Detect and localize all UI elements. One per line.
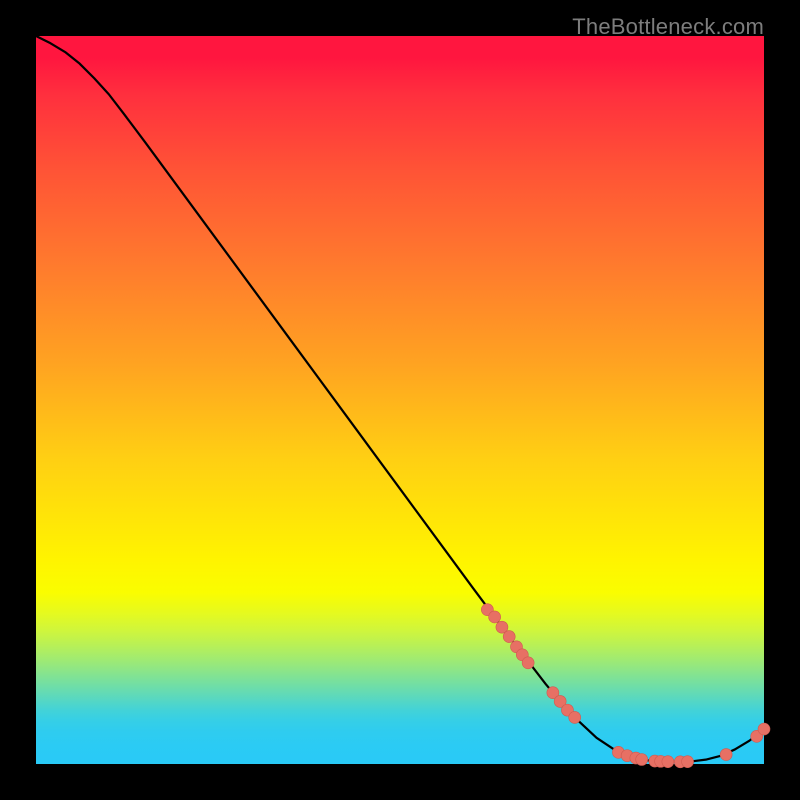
- bottleneck-curve: [36, 36, 764, 762]
- marker-group: [481, 604, 770, 768]
- chart-overlay-svg: [0, 0, 800, 800]
- data-point-marker: [662, 756, 674, 768]
- chart-frame: TheBottleneck.com: [0, 0, 800, 800]
- data-point-marker: [569, 711, 581, 723]
- data-point-marker: [503, 631, 515, 643]
- data-point-marker: [489, 611, 501, 623]
- curve-group: [36, 36, 764, 762]
- data-point-marker: [522, 657, 534, 669]
- data-point-marker: [720, 749, 732, 761]
- data-point-marker: [682, 756, 694, 768]
- data-point-marker: [758, 723, 770, 735]
- data-point-marker: [636, 753, 648, 765]
